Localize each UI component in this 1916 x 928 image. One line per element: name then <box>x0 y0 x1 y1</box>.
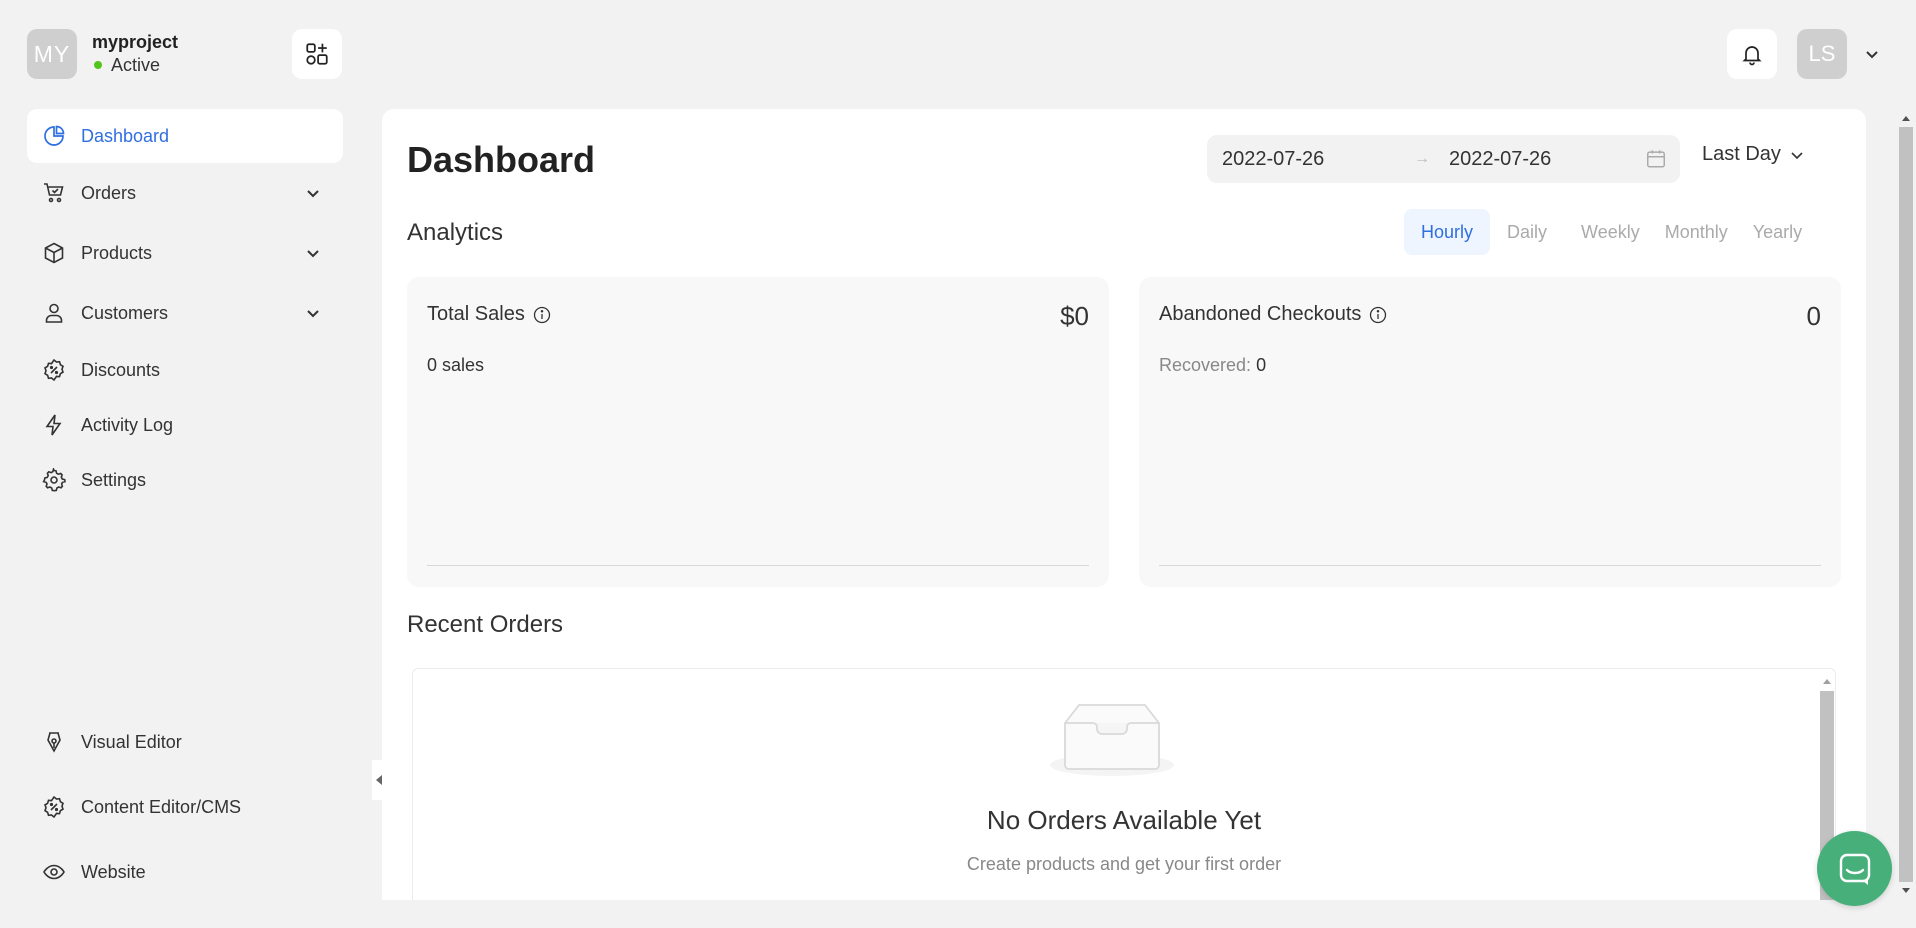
sidebar-item-discounts[interactable]: Discounts <box>27 343 343 397</box>
cart-icon <box>41 180 67 206</box>
scroll-down-icon[interactable] <box>1896 884 1916 898</box>
lightning-icon <box>41 412 67 438</box>
recent-orders-table: No Orders Available Yet Create products … <box>412 668 1836 900</box>
apps-button[interactable] <box>292 29 342 79</box>
box-icon <box>41 240 67 266</box>
bell-icon <box>1742 46 1762 66</box>
sidebar-item-content-editor[interactable]: Content Editor/CMS <box>27 780 343 834</box>
discount-icon <box>41 794 67 820</box>
pie-chart-icon <box>41 123 67 149</box>
project-status: Active <box>92 53 178 77</box>
sidebar-item-website[interactable]: Website <box>27 845 343 899</box>
tab-daily[interactable]: Daily <box>1490 209 1564 255</box>
tab-weekly[interactable]: Weekly <box>1564 209 1657 255</box>
sidebar-item-orders[interactable]: Orders <box>27 166 343 220</box>
sidebar-item-visual-editor[interactable]: Visual Editor <box>27 715 343 769</box>
tab-monthly[interactable]: Monthly <box>1657 209 1736 255</box>
total-sales-title: Total Sales <box>427 303 525 325</box>
tab-hourly[interactable]: Hourly <box>1404 209 1491 255</box>
main-panel: Dashboard 2022-07-26 → 2022-07-26 Last D… <box>382 109 1866 900</box>
sidebar-item-products[interactable]: Products <box>27 226 343 280</box>
scrollbar-thumb[interactable] <box>1899 127 1913 882</box>
gear-icon <box>41 467 67 493</box>
recent-orders-title: Recent Orders <box>407 611 564 638</box>
project-switcher[interactable]: MY myproject Active <box>27 29 178 79</box>
status-dot <box>94 61 102 69</box>
chart-baseline <box>427 565 1089 566</box>
apps-icon <box>306 43 328 65</box>
sidebar-item-activity-log[interactable]: Activity Log <box>27 398 343 452</box>
chevron-down-icon[interactable] <box>1862 44 1882 64</box>
empty-state-subtitle: Create products and get your first order <box>966 854 1282 874</box>
total-sales-value: $0 <box>1060 301 1089 331</box>
abandoned-value: 0 <box>1806 301 1821 331</box>
chevron-down-icon[interactable] <box>303 183 323 203</box>
analytics-title: Analytics <box>407 219 504 246</box>
abandoned-title: Abandoned Checkouts <box>1159 303 1362 325</box>
date-range-picker[interactable]: 2022-07-26 → 2022-07-26 <box>1207 135 1680 183</box>
chevron-down-icon <box>1790 148 1804 162</box>
abandoned-checkouts-card: Abandoned Checkouts 0 Recovered: 0 <box>1139 277 1841 587</box>
analytics-tabs: Hourly Daily Weekly Monthly Yearly <box>1404 209 1819 255</box>
notifications-button[interactable] <box>1727 29 1777 79</box>
empty-inbox-icon <box>1050 704 1174 776</box>
sidebar-item-dashboard[interactable]: Dashboard <box>27 109 343 163</box>
info-icon[interactable] <box>1369 306 1387 324</box>
eye-icon <box>41 859 67 885</box>
scroll-up-icon[interactable] <box>1896 111 1916 125</box>
chevron-down-icon[interactable] <box>303 303 323 323</box>
sidebar: MY myproject Active Dashboard Orders Pro… <box>0 0 370 928</box>
scroll-up-icon[interactable] <box>1820 675 1834 687</box>
chat-launcher-button[interactable] <box>1817 831 1892 906</box>
tab-yearly[interactable]: Yearly <box>1736 209 1819 255</box>
page-scrollbar[interactable] <box>1896 109 1916 900</box>
user-icon <box>41 300 67 326</box>
recovered-text: Recovered: 0 <box>1159 355 1267 375</box>
period-select[interactable]: Last Day <box>1702 143 1804 166</box>
chat-icon <box>1839 853 1870 885</box>
sidebar-item-settings[interactable]: Settings <box>27 453 343 507</box>
calendar-icon <box>1647 150 1665 168</box>
end-date[interactable]: 2022-07-26 <box>1449 148 1551 171</box>
page-title: Dashboard <box>407 139 596 180</box>
total-sales-card: Total Sales $0 0 sales <box>407 277 1109 587</box>
start-date[interactable]: 2022-07-26 <box>1222 148 1324 171</box>
pen-nib-icon <box>41 729 67 755</box>
total-sales-count: 0 sales <box>427 355 485 375</box>
empty-state-title: No Orders Available Yet <box>986 805 1262 835</box>
project-avatar: MY <box>27 29 77 79</box>
range-separator: → <box>1414 150 1430 167</box>
chart-baseline <box>1159 565 1821 566</box>
discount-icon <box>41 357 67 383</box>
project-name: myproject <box>92 32 179 52</box>
info-icon[interactable] <box>533 306 551 324</box>
sidebar-item-customers[interactable]: Customers <box>27 286 343 340</box>
user-avatar[interactable]: LS <box>1797 29 1847 79</box>
chevron-down-icon[interactable] <box>303 243 323 263</box>
